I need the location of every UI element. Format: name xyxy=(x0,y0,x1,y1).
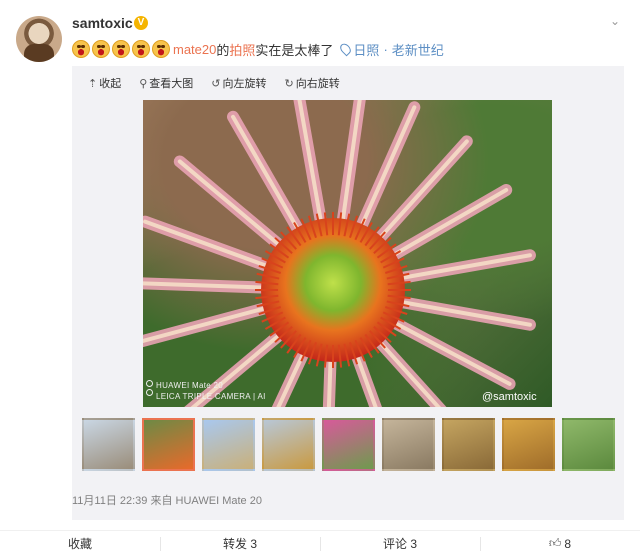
photo-thumbnail[interactable] xyxy=(562,418,615,471)
photo-thumbnail[interactable] xyxy=(502,418,555,471)
rotate-left-label: 向左旋转 xyxy=(222,78,267,90)
camera-lens-icon xyxy=(146,380,154,398)
rotate-right-button[interactable]: ↻ 向右旋转 xyxy=(285,75,340,91)
photo-thumbnail[interactable] xyxy=(382,418,435,471)
view-large-button[interactable]: ⚲ 查看大图 xyxy=(139,75,193,91)
photo-thumbnail[interactable] xyxy=(322,418,375,471)
collapse-label: 收起 xyxy=(99,78,122,90)
search-icon: ⚲ xyxy=(139,77,148,90)
camera-badge: HUAWEI Mate 20 LEICA TRIPLE CAMERA | AI xyxy=(156,380,266,402)
thumbnail-strip xyxy=(82,418,622,471)
comment-label: 评论 3 xyxy=(382,537,417,551)
laugh-emoji-icon xyxy=(112,40,130,58)
post-date[interactable]: 11月11日 22:39 xyxy=(72,495,147,507)
author-name[interactable]: samtoxic xyxy=(72,15,133,31)
repost-button[interactable]: 转发 3 xyxy=(160,531,320,556)
topic-link[interactable]: mate20 xyxy=(173,42,216,57)
image-toolbar: ⇡ 收起 ⚲ 查看大图 ↺ 向左旋转 ↻ 向右旋转 xyxy=(88,75,358,91)
source-link[interactable]: 老新世纪 xyxy=(392,40,444,59)
collapse-button[interactable]: ⇡ 收起 xyxy=(88,75,121,91)
flower-photo-drawing xyxy=(143,100,536,407)
avatar[interactable] xyxy=(16,16,62,62)
from-label: 来自 xyxy=(150,495,173,507)
comment-button[interactable]: 评论 3 xyxy=(320,531,480,556)
watermark: @samtoxic xyxy=(482,391,537,403)
action-bar: 收藏 转发 3 评论 3 👍︎ 8 xyxy=(0,530,640,556)
location-link[interactable]: 日照 xyxy=(353,40,379,59)
favorite-label: 收藏 xyxy=(67,537,92,551)
like-count: 8 xyxy=(564,536,572,551)
rotate-right-label: 向右旋转 xyxy=(295,78,340,90)
post-text-part: 的 xyxy=(216,42,230,58)
photo-thumbnail[interactable] xyxy=(142,418,195,471)
separator: · xyxy=(383,41,388,57)
thumbs-up-icon: 👍︎ xyxy=(548,536,562,550)
view-large-label: 查看大图 xyxy=(149,78,194,90)
repost-label: 转发 3 xyxy=(222,537,257,551)
laugh-emoji-icon xyxy=(132,40,150,58)
post-meta: 11月11日 22:39 来自 HUAWEI Mate 20 xyxy=(72,492,262,508)
camera-model: HUAWEI Mate 20 xyxy=(156,381,224,390)
photo-thumbnail[interactable] xyxy=(82,418,135,471)
like-button[interactable]: 👍︎ 8 xyxy=(480,531,640,556)
rotate-left-button[interactable]: ↺ 向左旋转 xyxy=(211,75,266,91)
laugh-emoji-icon xyxy=(92,40,110,58)
rotate-left-icon: ↺ xyxy=(211,77,221,90)
camera-lens: LEICA TRIPLE CAMERA | AI xyxy=(156,392,266,401)
device-link[interactable]: HUAWEI Mate 20 xyxy=(176,495,262,507)
location-icon xyxy=(338,41,354,57)
laugh-emoji-icon xyxy=(152,40,170,58)
photo-thumbnail[interactable] xyxy=(202,418,255,471)
laugh-emoji-icon xyxy=(72,40,90,58)
favorite-button[interactable]: 收藏 xyxy=(0,531,160,556)
post-text: mate20 的 拍照 实在是太棒了 日照 · 老新世纪 xyxy=(72,40,444,58)
rotate-right-icon: ↻ xyxy=(284,77,294,90)
photo-thumbnail[interactable] xyxy=(262,418,315,471)
main-photo[interactable] xyxy=(143,100,552,407)
post-text-part: 实在是太棒了 xyxy=(255,42,334,58)
verified-badge[interactable]: V xyxy=(134,16,148,30)
photo-thumbnail[interactable] xyxy=(442,418,495,471)
chevron-down-icon[interactable]: ⌄ xyxy=(608,14,622,28)
highlight-text: 拍照 xyxy=(229,42,256,58)
collapse-icon: ⇡ xyxy=(88,77,98,90)
